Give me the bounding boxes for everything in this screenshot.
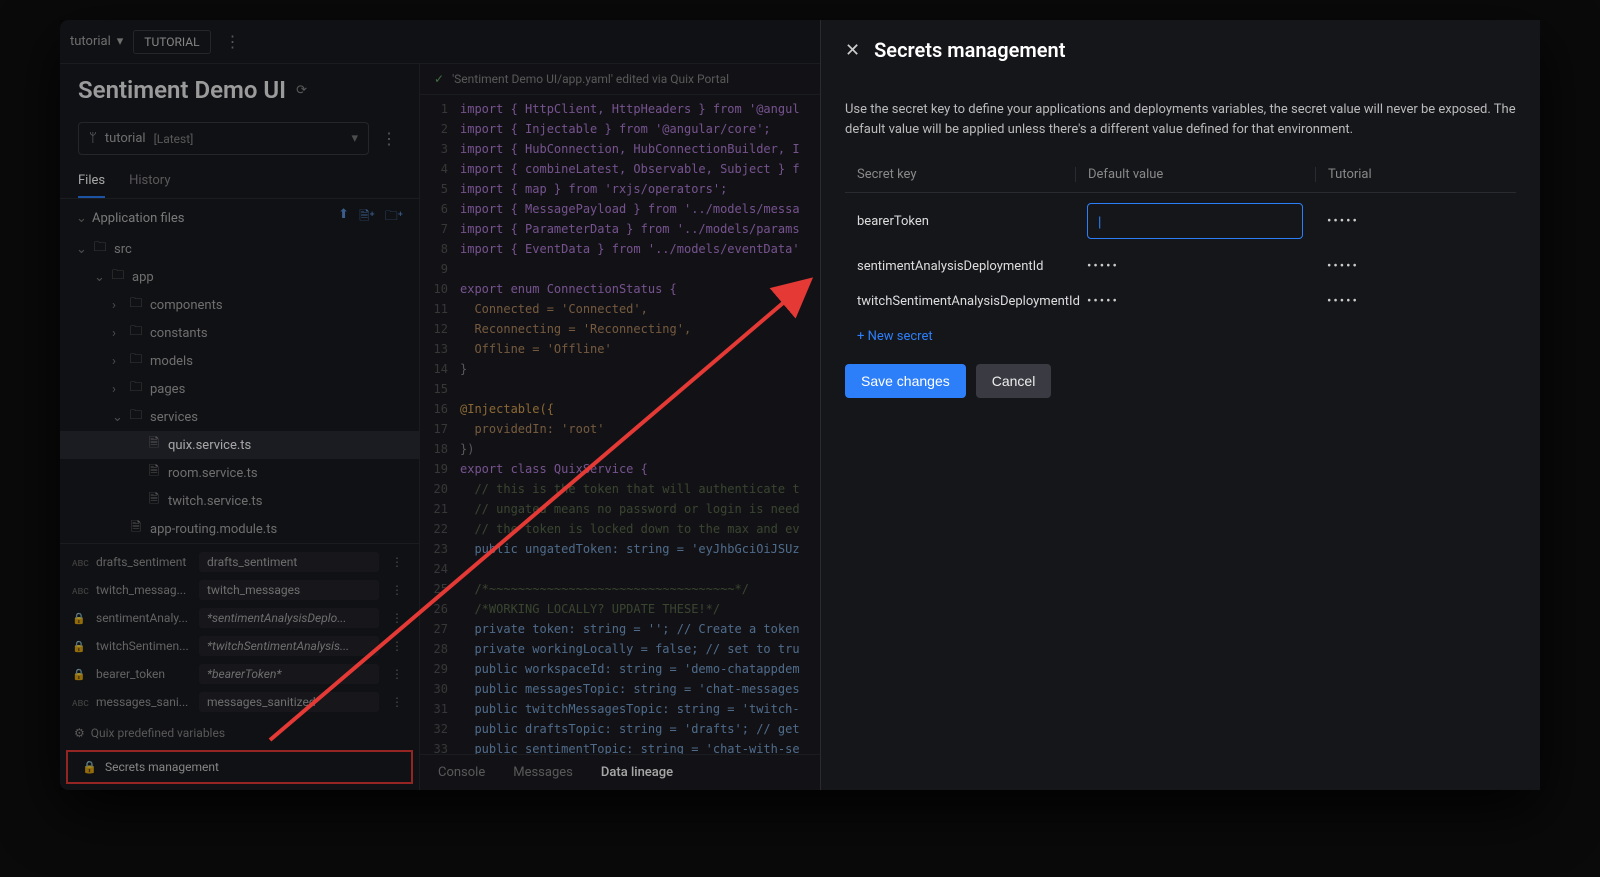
new-folder-icon[interactable]: 🗀⁺ (385, 207, 403, 229)
file-quix.service.ts[interactable]: 🗎quix.service.ts (60, 431, 419, 459)
cancel-button[interactable]: Cancel (976, 364, 1052, 398)
text-icon: ᴀʙᴄ (72, 584, 88, 597)
folder-src[interactable]: ⌄🗀src (60, 235, 419, 263)
var-value[interactable]: drafts_sentiment (199, 552, 379, 572)
variable-row: 🔒 bearer_token *bearerToken* ⋮ (60, 660, 419, 688)
secret-default-value: ••••• (1087, 259, 1119, 274)
var-key: bearer_token (96, 667, 191, 681)
secrets-panel: ✕ Secrets management Use the secret key … (820, 20, 1540, 790)
variables-block: ᴀʙᴄdrafts_sentimentdrafts_sentiment⋮ᴀʙᴄt… (60, 543, 419, 720)
var-key: twitchSentimen... (96, 639, 191, 653)
branch-icon: ᛘ (89, 131, 97, 146)
var-key: twitch_messag... (96, 583, 191, 597)
tab-files[interactable]: Files (78, 165, 105, 198)
secret-env-value: ••••• (1327, 259, 1359, 274)
refresh-icon[interactable]: ⟳ (296, 83, 307, 98)
branch-select[interactable]: ᛘ tutorial [Latest] ▾ (78, 122, 369, 155)
close-icon[interactable]: ✕ (845, 40, 860, 61)
var-value[interactable]: messages_sanitized (199, 692, 379, 712)
var-key: sentimentAnaly... (96, 611, 191, 625)
secrets-table-head: Secret key Default value Tutorial (845, 157, 1516, 193)
predefined-vars[interactable]: ⚙ Quix predefined variables (60, 720, 419, 746)
environment-pill[interactable]: TUTORIAL (133, 30, 210, 54)
var-kebab[interactable]: ⋮ (387, 583, 407, 597)
save-button[interactable]: Save changes (845, 364, 966, 398)
var-value[interactable]: twitch_messages (199, 580, 379, 600)
variable-row: ᴀʙᴄ twitch_messag... twitch_messages ⋮ (60, 576, 419, 604)
secret-key: twitchSentimentAnalysisDeploymentId (845, 294, 1075, 309)
tab-console[interactable]: Console (438, 765, 485, 780)
tab-messages[interactable]: Messages (513, 765, 573, 780)
secrets-management-button[interactable]: 🔒 Secrets management (66, 750, 413, 784)
panel-title: Secrets management (874, 38, 1065, 62)
tree-root[interactable]: ⌄ Application files (76, 211, 184, 226)
lock-icon: 🔒 (82, 760, 97, 774)
var-value[interactable]: *twitchSentimentAnalysis... (199, 636, 379, 656)
tab-history[interactable]: History (129, 165, 170, 198)
topbar-kebab[interactable]: ⋮ (221, 30, 245, 54)
secret-default-value: ••••• (1087, 294, 1119, 309)
file-app-routing.module.ts[interactable]: 🗎app-routing.module.ts (60, 515, 419, 543)
upload-icon[interactable]: ⬆ (338, 207, 349, 229)
folder-app[interactable]: ⌄🗀app (60, 263, 419, 291)
text-icon: ᴀʙᴄ (72, 556, 88, 569)
folder-services[interactable]: ⌄🗀services (60, 403, 419, 431)
variable-row: ᴀʙᴄ drafts_sentiment drafts_sentiment ⋮ (60, 548, 419, 576)
variable-row: 🔒 sentimentAnaly... *sentimentAnalysisDepl… (60, 604, 419, 632)
folder-constants[interactable]: ›🗀constants (60, 319, 419, 347)
folder-models[interactable]: ›🗀models (60, 347, 419, 375)
secret-row: sentimentAnalysisDeploymentId ••••• ••••• (845, 249, 1516, 284)
var-value[interactable]: *bearerToken* (199, 664, 379, 684)
secret-key: bearerToken (845, 214, 1075, 229)
var-key: messages_sani... (96, 695, 191, 709)
var-kebab[interactable]: ⋮ (387, 611, 407, 625)
secret-row: twitchSentimentAnalysisDeploymentId •••••… (845, 284, 1516, 319)
left-panel: Sentiment Demo UI ⟳ ᛘ tutorial [Latest] … (60, 64, 420, 790)
commit-message: 'Sentiment Demo UI/app.yaml' edited via … (452, 72, 729, 86)
secret-key: sentimentAnalysisDeploymentId (845, 259, 1075, 274)
panel-description: Use the secret key to define your applic… (845, 100, 1516, 139)
breadcrumb-tutorial[interactable]: tutorial ▾ (70, 34, 123, 49)
check-icon: ✓ (434, 72, 444, 86)
folder-components[interactable]: ›🗀components (60, 291, 419, 319)
page-title: Sentiment Demo UI (78, 76, 286, 104)
file-tree: ⌄🗀src⌄🗀app›🗀components›🗀constants›🗀model… (60, 233, 419, 543)
var-kebab[interactable]: ⋮ (387, 667, 407, 681)
variable-row: ᴀʙᴄ messages_sani... messages_sanitized ⋮ (60, 688, 419, 716)
lock-icon: 🔒 (72, 668, 88, 681)
var-kebab[interactable]: ⋮ (387, 639, 407, 653)
file-twitch.service.ts[interactable]: 🗎twitch.service.ts (60, 487, 419, 515)
new-secret-button[interactable]: + New secret (845, 319, 1516, 354)
secret-default-input[interactable] (1087, 203, 1303, 239)
secret-env-value: ••••• (1327, 294, 1359, 309)
file-room.service.ts[interactable]: 🗎room.service.ts (60, 459, 419, 487)
lock-icon: 🔒 (72, 612, 88, 625)
secret-row: bearerToken ••••• (845, 193, 1516, 249)
new-file-icon[interactable]: 🗎⁺ (359, 207, 375, 229)
var-kebab[interactable]: ⋮ (387, 555, 407, 569)
gear-icon: ⚙ (74, 726, 85, 740)
tab-data-lineage[interactable]: Data lineage (601, 765, 673, 780)
variable-row: 🔒 twitchSentimen... *twitchSentimentAnalys… (60, 632, 419, 660)
lock-icon: 🔒 (72, 640, 88, 653)
var-key: drafts_sentiment (96, 555, 191, 569)
var-kebab[interactable]: ⋮ (387, 695, 407, 709)
branch-kebab[interactable]: ⋮ (377, 127, 401, 151)
text-icon: ᴀʙᴄ (72, 696, 88, 709)
folder-pages[interactable]: ›🗀pages (60, 375, 419, 403)
var-value[interactable]: *sentimentAnalysisDeplo... (199, 608, 379, 628)
secret-env-value: ••••• (1327, 214, 1359, 229)
